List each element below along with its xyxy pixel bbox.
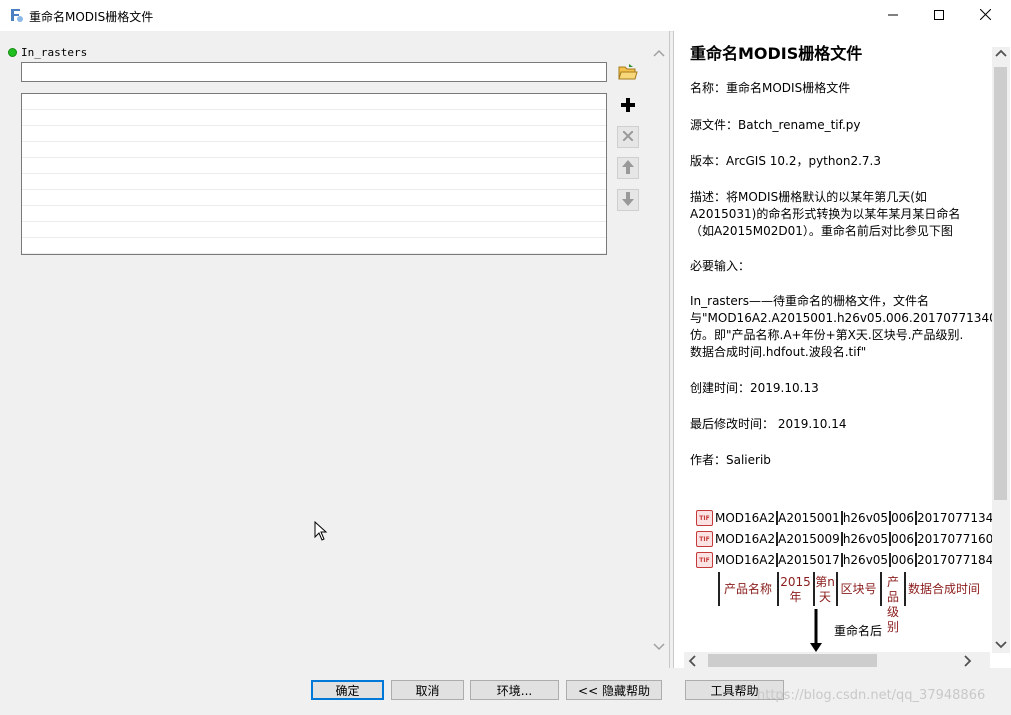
list-item (22, 174, 606, 190)
help-desc-line-2: A2015031)的命名形式转换为以某年某月某日命名 (690, 207, 961, 221)
file-seg-date: A2015001 (778, 511, 843, 525)
button-bar: 确定 取消 环境... << 隐藏帮助 工具帮助 https://blog.cs… (0, 668, 1011, 715)
help-author: 作者：Salierib (690, 453, 771, 467)
scroll-left-icon[interactable] (686, 654, 700, 668)
arrow-up-icon (622, 159, 634, 177)
help-version: 版本：ArcGIS 10.2，python2.7.3 (690, 154, 881, 168)
label-time: 数据合成时间 (908, 582, 981, 596)
scroll-down-icon[interactable] (994, 637, 1008, 651)
environments-button[interactable]: 环境... (470, 680, 559, 700)
remove-item-button[interactable] (617, 126, 639, 148)
help-vertical-scrollbar[interactable] (992, 47, 1010, 653)
watermark: https://blog.csdn.net/qq_37948866 (757, 688, 986, 703)
help-title: 重命名MODIS栅格文件 (690, 44, 863, 63)
file-seg-date: A2015009 (778, 532, 843, 546)
maximize-button[interactable] (916, 0, 962, 31)
arrow-down-icon (810, 609, 822, 656)
scroll-up-icon[interactable] (652, 47, 666, 61)
label-year: 2015年 (780, 575, 811, 604)
help-source: 源文件：Batch_rename_tif.py (690, 118, 861, 132)
move-down-button[interactable] (617, 189, 639, 211)
minimize-button[interactable] (870, 0, 916, 31)
list-item (22, 222, 606, 238)
scroll-thumb[interactable] (994, 67, 1007, 500)
move-up-button[interactable] (617, 157, 639, 179)
label-day: 第n天 (815, 575, 835, 604)
add-item-button[interactable] (617, 95, 639, 117)
scroll-down-icon[interactable] (652, 639, 666, 653)
file-seg-product: MOD16A2 (715, 511, 779, 525)
mouse-cursor-icon (314, 520, 328, 544)
file-seg-date: A2015017 (778, 553, 843, 567)
help-desc-line-1: 描述：将MODIS栅格默认的以某年第几天(如 (690, 190, 927, 204)
help-required-heading: 必要输入： (690, 259, 751, 273)
after-rename-label: 重命名后 (834, 624, 883, 638)
raster-path-input[interactable] (21, 62, 607, 82)
label-tile: 区块号 (840, 582, 877, 596)
help-created: 创建时间：2019.10.13 (690, 381, 819, 395)
scroll-right-icon[interactable] (960, 654, 974, 668)
minimize-icon (888, 9, 898, 23)
scroll-up-icon[interactable] (994, 47, 1008, 61)
label-level: 产品级别 (886, 575, 899, 634)
arrow-down-icon (622, 191, 634, 209)
list-item (22, 110, 606, 126)
help-input-line-3: 仿。即"产品名称.A+年份+第X天.区块号.产品级别. (690, 328, 964, 342)
list-item (22, 126, 606, 142)
maximize-icon (934, 9, 944, 23)
tif-file-icon: TIF (696, 510, 713, 526)
browse-button[interactable] (617, 62, 639, 84)
help-modified: 最后修改时间： 2019.10.14 (690, 417, 847, 431)
list-item (22, 158, 606, 174)
arcgis-tool-icon (8, 7, 24, 23)
title-bar: 重命名MODIS栅格文件 (0, 0, 1011, 32)
close-button[interactable] (962, 0, 1008, 31)
ok-button[interactable]: 确定 (311, 680, 384, 700)
tif-file-icon: TIF (696, 531, 713, 547)
file-row: TIF MOD16A2 A2015017 h26v05 006 201707718432 (696, 550, 1009, 570)
divider (904, 572, 906, 606)
close-icon (979, 8, 991, 23)
list-item (22, 206, 606, 222)
file-seg-tile: h26v05 (843, 532, 892, 546)
file-seg-tile: h26v05 (843, 553, 892, 567)
help-pane: 重命名MODIS栅格文件 名称：重命名MODIS栅格文件 源文件：Batch_r… (673, 31, 1011, 668)
file-seg-product: MOD16A2 (715, 532, 779, 546)
file-seg-product: MOD16A2 (715, 553, 779, 567)
hide-help-button[interactable]: << 隐藏帮助 (566, 680, 662, 700)
list-item (22, 142, 606, 158)
delete-x-icon (622, 130, 634, 144)
window-title: 重命名MODIS栅格文件 (29, 10, 154, 24)
scroll-thumb[interactable] (708, 654, 877, 667)
file-seg-tile: h26v05 (843, 511, 892, 525)
file-seg-level: 006 (891, 511, 917, 525)
help-input-line-4: 数据合成时间.hdfout.波段名.tif" (690, 345, 867, 359)
list-item (22, 190, 606, 206)
help-horizontal-scrollbar[interactable] (684, 652, 990, 668)
plus-icon (621, 97, 635, 115)
help-desc-line-3: （如A2015M02D01）。重命名前后对比参见下图 (690, 224, 953, 238)
file-seg-level: 006 (891, 553, 917, 567)
file-row: TIF MOD16A2 A2015001 h26v05 006 201707713403 (696, 508, 1009, 528)
help-input-line-1: In_rasters——待重命名的栅格文件，文件名 (690, 294, 929, 308)
open-folder-icon (618, 63, 638, 84)
list-item (22, 94, 606, 110)
help-input-line-2: 与"MOD16A2.A2015001.h26v05.006.2017077134… (690, 311, 1005, 325)
required-indicator-icon (8, 48, 17, 57)
param-label-in-rasters: In_rasters (21, 46, 88, 59)
list-item (22, 238, 606, 254)
label-product: 产品名称 (723, 582, 772, 596)
tif-file-icon: TIF (696, 552, 713, 568)
cancel-button[interactable]: 取消 (391, 680, 464, 700)
file-row: TIF MOD16A2 A2015009 h26v05 006 201707716062 (696, 529, 1009, 549)
parameter-pane: In_rasters (0, 31, 670, 668)
help-name: 名称：重命名MODIS栅格文件 (690, 81, 851, 95)
file-seg-level: 006 (891, 532, 917, 546)
raster-list[interactable] (21, 93, 607, 255)
